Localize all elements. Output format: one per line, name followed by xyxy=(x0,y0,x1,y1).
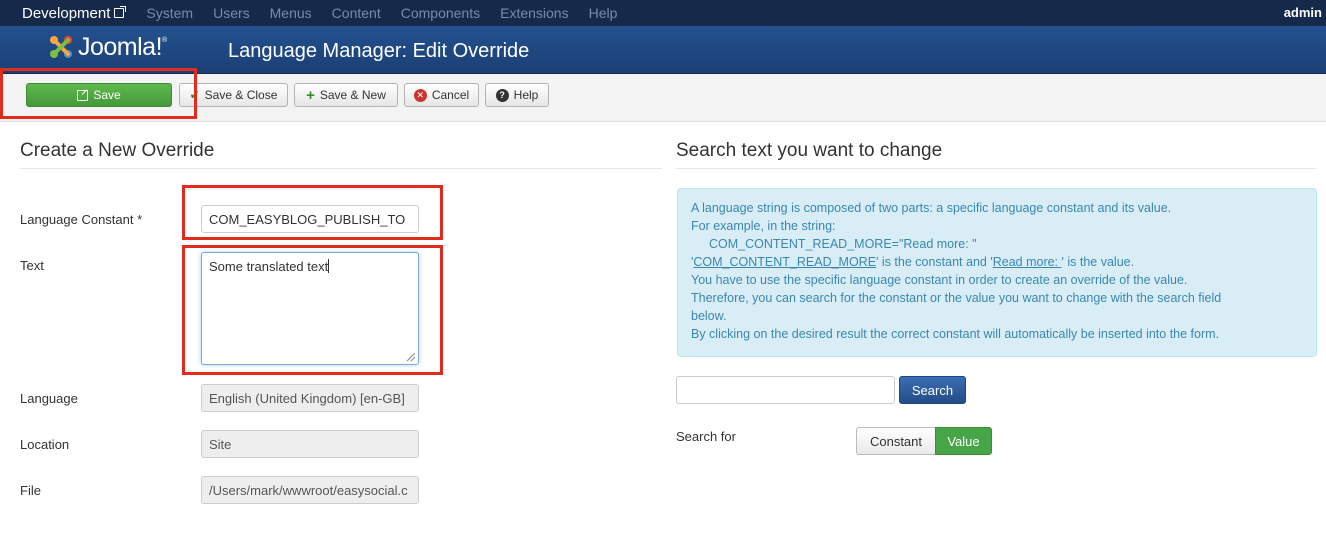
menu-help[interactable]: Help xyxy=(589,5,618,21)
language-constant-input[interactable]: COM_EASYBLOG_PUBLISH_TO xyxy=(201,205,419,233)
external-link-icon xyxy=(114,6,127,18)
form-heading: Create a New Override xyxy=(20,140,215,161)
admin-topbar: Development System Users Menus Content C… xyxy=(0,0,1326,26)
info-line-7: below. xyxy=(691,309,727,323)
main-menu: System Users Menus Content Components Ex… xyxy=(146,5,637,21)
form-heading-divider xyxy=(20,168,662,169)
help-label: Help xyxy=(513,88,539,102)
user-menu[interactable]: admin xyxy=(1284,5,1322,20)
save-new-label: Save & New xyxy=(319,88,386,102)
search-heading-divider xyxy=(676,168,1316,169)
site-link[interactable]: Development xyxy=(22,5,127,22)
menu-content[interactable]: Content xyxy=(332,5,381,21)
menu-menus[interactable]: Menus xyxy=(270,5,312,21)
language-field: English (United Kingdom) [en-GB] xyxy=(201,384,419,412)
page-title: Language Manager: Edit Override xyxy=(228,40,530,62)
menu-users[interactable]: Users xyxy=(213,5,250,21)
edit-icon xyxy=(77,89,89,101)
text-value: Some translated text xyxy=(209,259,329,274)
text-label: Text xyxy=(20,258,44,273)
help-button[interactable]: ? Help xyxy=(485,83,549,107)
save-button[interactable]: Save xyxy=(26,83,172,107)
info-line-1: A language string is composed of two par… xyxy=(691,201,1172,215)
help-icon: ? xyxy=(495,88,509,102)
location-field: Site xyxy=(201,430,419,458)
info-link-value[interactable]: Read more: xyxy=(993,255,1062,269)
file-label: File xyxy=(20,483,41,498)
site-name[interactable]: Development xyxy=(22,5,110,22)
info-line-2: For example, in the string: xyxy=(691,219,836,233)
search-heading: Search text you want to change xyxy=(676,140,943,161)
text-textarea[interactable]: Some translated text xyxy=(201,252,419,365)
logo-wordmark: Joomla! xyxy=(78,32,163,61)
save-new-button[interactable]: + Save & New xyxy=(294,83,398,107)
info-line-8: By clicking on the desired result the co… xyxy=(691,327,1220,341)
search-button[interactable]: Search xyxy=(899,376,966,404)
info-line-5: You have to use the specific language co… xyxy=(691,273,1188,287)
save-close-label: Save & Close xyxy=(204,88,278,102)
check-icon: ✔ xyxy=(189,88,200,102)
joomla-logo[interactable]: Joomla! ® xyxy=(46,32,167,62)
info-line-6: Therefore, you can search for the consta… xyxy=(691,291,1222,305)
cancel-icon: ✕ xyxy=(413,88,427,102)
menu-components[interactable]: Components xyxy=(401,5,480,21)
menu-extensions[interactable]: Extensions xyxy=(500,5,568,21)
search-value-option[interactable]: Value xyxy=(935,427,992,455)
cancel-label: Cancel xyxy=(431,88,470,102)
location-label: Location xyxy=(20,437,70,452)
joomla-logo-icon xyxy=(50,36,72,58)
resize-grip-icon[interactable] xyxy=(407,353,415,361)
info-text-value: ' is the value. xyxy=(1061,255,1135,269)
info-text-constant: ' is the constant and ' xyxy=(876,255,993,269)
cancel-button[interactable]: ✕ Cancel xyxy=(404,83,479,107)
toolbar: Save ✔ Save & Close + Save & New ✕ Cance… xyxy=(0,74,1326,122)
search-constant-option[interactable]: Constant xyxy=(856,427,935,455)
page-header: Joomla! ® Language Manager: Edit Overrid… xyxy=(0,26,1326,74)
save-close-button[interactable]: ✔ Save & Close xyxy=(179,83,288,107)
file-field: /Users/mark/wwwroot/easysocial.c xyxy=(201,476,419,504)
info-link-constant[interactable]: COM_CONTENT_READ_MORE xyxy=(693,255,876,269)
search-for-label: Search for xyxy=(676,429,736,444)
plus-icon: + xyxy=(306,86,315,104)
info-line-4: 'COM_CONTENT_READ_MORE' is the constant … xyxy=(691,253,1303,271)
save-label: Save xyxy=(93,88,121,102)
info-line-3: COM_CONTENT_READ_MORE="Read more: " xyxy=(709,237,977,251)
menu-system[interactable]: System xyxy=(146,5,193,21)
search-input[interactable] xyxy=(676,376,895,404)
language-label: Language xyxy=(20,391,78,406)
info-alert: A language string is composed of two par… xyxy=(677,188,1317,357)
logo-registered: ® xyxy=(162,36,168,44)
text-cursor xyxy=(328,259,330,273)
constant-label: Language Constant * xyxy=(20,212,143,227)
